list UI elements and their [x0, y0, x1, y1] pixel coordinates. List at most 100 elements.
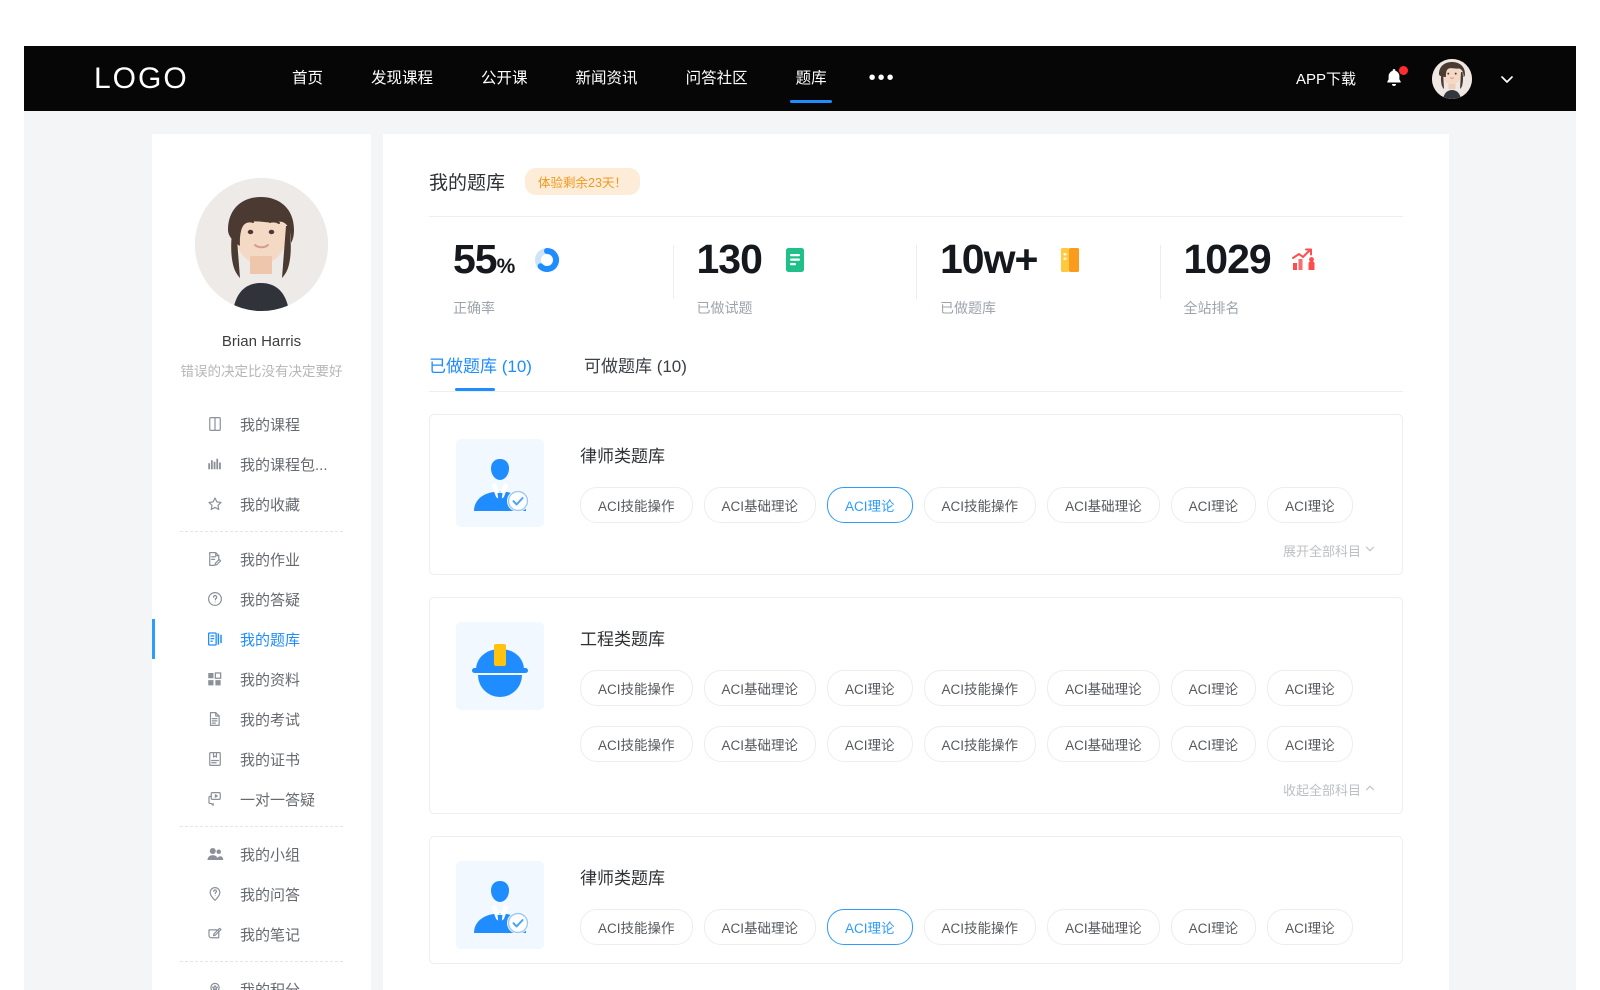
sidebar-item-10[interactable]: 我的小组	[152, 834, 371, 874]
subject-tag[interactable]: ACI理论	[1267, 487, 1353, 523]
exam-icon	[206, 710, 224, 728]
sidebar-item-0[interactable]: 我的课程	[152, 404, 371, 444]
stats-row: 55%正确率130已做试题10w+已做题库1029全站排名	[383, 217, 1449, 318]
subject-tag[interactable]: ACI技能操作	[924, 670, 1037, 706]
subject-tag[interactable]: ACI基础理论	[704, 909, 817, 945]
subject-tag[interactable]: ACI技能操作	[580, 909, 693, 945]
sidebar-item-4[interactable]: 我的答疑	[152, 579, 371, 619]
subject-tag-row: ACI技能操作 ACI基础理论 ACI理论 ACI技能操作 ACI基础理论 ACI理论 AC…	[580, 909, 1376, 945]
sidebar-item-label: 我的作业	[240, 549, 300, 570]
stat-suffix: %	[497, 255, 515, 278]
subject-tag[interactable]: ACI理论	[827, 487, 913, 523]
chevron-down-icon[interactable]	[1498, 70, 1516, 88]
red-ranking-icon	[1289, 245, 1319, 275]
left-sidebar: Brian Harris 错误的决定比没有决定要好 我的课程我的课程包...我的…	[152, 134, 371, 990]
nav-item-1[interactable]: 发现课程	[347, 46, 457, 111]
subject-tag[interactable]: ACI技能操作	[924, 487, 1037, 523]
expand-subjects-link[interactable]: 收起全部科目	[580, 780, 1376, 799]
stat-number: 1029	[1184, 236, 1271, 282]
top-right-actions: APP下载	[1296, 59, 1516, 99]
question-circle-icon	[206, 590, 224, 608]
qa-pin-icon	[206, 885, 224, 903]
chat-icon	[206, 790, 224, 808]
expand-subjects-label: 收起全部科目	[1283, 780, 1361, 799]
subject-tag[interactable]: ACI理论	[827, 909, 913, 945]
subject-tag[interactable]: ACI理论	[827, 670, 913, 706]
sidebar-item-9[interactable]: 一对一答疑	[152, 779, 371, 819]
subject-tag[interactable]: ACI技能操作	[580, 726, 693, 762]
profile-name: Brian Harris	[152, 333, 371, 350]
stat-label: 正确率	[453, 298, 673, 318]
sidebar-item-label: 我的课程包...	[240, 454, 328, 475]
files-icon	[206, 670, 224, 688]
sidebar-item-3[interactable]: 我的作业	[152, 539, 371, 579]
sidebar-item-2[interactable]: 我的收藏	[152, 484, 371, 524]
subject-tag[interactable]: ACI技能操作	[580, 487, 693, 523]
tab-1[interactable]: 可做题库 (10)	[584, 352, 687, 391]
subject-tag[interactable]: ACI技能操作	[924, 909, 1037, 945]
sidebar-divider	[180, 961, 343, 962]
sidebar-item-label: 我的资料	[240, 669, 300, 690]
subject-tag[interactable]: ACI理论	[1171, 670, 1257, 706]
stat-label: 已做试题	[697, 298, 917, 318]
subject-tag-row: ACI技能操作 ACI基础理论 ACI理论 ACI技能操作 ACI基础理论 ACI理论 AC…	[580, 670, 1376, 706]
avatar[interactable]	[1432, 59, 1472, 99]
subject-tag[interactable]: ACI理论	[1171, 487, 1257, 523]
subject-tag[interactable]: ACI基础理论	[1047, 909, 1160, 945]
subject-tag[interactable]: ACI基础理论	[1047, 487, 1160, 523]
nav-item-2[interactable]: 公开课	[457, 46, 552, 111]
question-bank-icon	[206, 630, 224, 648]
nav-item-5[interactable]: 题库	[772, 46, 851, 111]
subject-tag[interactable]: ACI基础理论	[704, 670, 817, 706]
subject-tag[interactable]: ACI技能操作	[580, 670, 693, 706]
stat-value-row: 55%	[453, 239, 673, 280]
sidebar-item-label: 我的问答	[240, 884, 300, 905]
sidebar-item-1[interactable]: 我的课程包...	[152, 444, 371, 484]
subject-tag-row: ACI技能操作 ACI基础理论 ACI理论 ACI技能操作 ACI基础理论 ACI理论 AC…	[580, 487, 1376, 523]
sidebar-item-6[interactable]: 我的资料	[152, 659, 371, 699]
notification-badge-dot	[1399, 66, 1408, 75]
site-logo[interactable]: LOGO	[94, 62, 244, 96]
sidebar-item-8[interactable]: 我的证书	[152, 739, 371, 779]
subject-tag[interactable]: ACI基础理论	[704, 487, 817, 523]
subject-tag[interactable]: ACI理论	[1267, 726, 1353, 762]
app-download-link[interactable]: APP下载	[1296, 68, 1356, 89]
subject-tag-row: ACI技能操作 ACI基础理论 ACI理论 ACI技能操作 ACI基础理论 ACI理论 AC…	[580, 726, 1376, 762]
subject-tag[interactable]: ACI理论	[1267, 670, 1353, 706]
green-doc-icon	[780, 245, 810, 275]
expand-subjects-link[interactable]: 展开全部科目	[580, 541, 1376, 560]
primary-nav: 首页发现课程公开课新闻资讯问答社区题库	[268, 46, 851, 111]
notification-bell-icon[interactable]	[1382, 66, 1406, 92]
card-body: 律师类题库ACI技能操作ACI基础理论ACI理论ACI技能操作ACI基础理论AC…	[580, 439, 1376, 560]
sidebar-item-7[interactable]: 我的考试	[152, 699, 371, 739]
sidebar-item-11[interactable]: 我的问答	[152, 874, 371, 914]
stat-label: 已做题库	[940, 298, 1160, 318]
tab-0[interactable]: 已做题库 (10)	[429, 352, 532, 391]
sidebar-item-label: 我的题库	[240, 629, 300, 650]
sidebar-item-label: 我的证书	[240, 749, 300, 770]
main-header: 我的题库 体验剩余23天！	[383, 134, 1449, 195]
subject-tag[interactable]: ACI理论	[1171, 726, 1257, 762]
sidebar-item-5[interactable]: 我的题库	[152, 619, 371, 659]
card-title: 工程类题库	[580, 625, 1376, 650]
nav-item-0[interactable]: 首页	[268, 46, 347, 111]
stat-number: 55	[453, 236, 497, 282]
question-bank-card: 律师类题库ACI技能操作ACI基础理论ACI理论ACI技能操作ACI基础理论AC…	[429, 414, 1403, 575]
sidebar-item-label: 我的课程	[240, 414, 300, 435]
subject-tag[interactable]: ACI理论	[827, 726, 913, 762]
subject-tag[interactable]: ACI理论	[1267, 909, 1353, 945]
subject-tag[interactable]: ACI理论	[1171, 909, 1257, 945]
card-title: 律师类题库	[580, 442, 1376, 467]
nav-item-3[interactable]: 新闻资讯	[552, 46, 662, 111]
stat-value: 10w+	[940, 239, 1037, 280]
nav-more-icon[interactable]: •••	[851, 46, 914, 111]
nav-item-4[interactable]: 问答社区	[662, 46, 772, 111]
sidebar-item-12[interactable]: 我的笔记	[152, 914, 371, 954]
top-navigation-bar: LOGO 首页发现课程公开课新闻资讯问答社区题库 ••• APP下载	[24, 46, 1576, 111]
subject-tag[interactable]: ACI基础理论	[704, 726, 817, 762]
subject-tag[interactable]: ACI技能操作	[924, 726, 1037, 762]
subject-tag[interactable]: ACI基础理论	[1047, 726, 1160, 762]
sidebar-item-13[interactable]: 我的积分	[152, 969, 371, 990]
subject-tag[interactable]: ACI基础理论	[1047, 670, 1160, 706]
profile-avatar[interactable]	[195, 178, 328, 311]
